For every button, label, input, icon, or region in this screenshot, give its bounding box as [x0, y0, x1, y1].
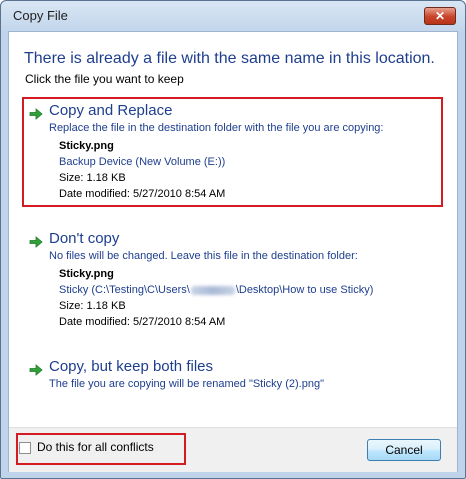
title-bar[interactable]: Copy File ✕	[1, 1, 465, 31]
destination-file-date: Date modified: 5/27/2010 8:54 AM	[59, 316, 226, 328]
cancel-button[interactable]: Cancel	[367, 439, 441, 461]
copy-and-replace-highlight	[22, 97, 443, 207]
dialog-heading: There is already a file with the same na…	[24, 50, 435, 67]
dialog-content: There is already a file with the same na…	[8, 31, 458, 472]
dont-copy-option[interactable]: Don't copy No files will be changed. Lea…	[29, 230, 449, 332]
redacted-username	[190, 285, 235, 295]
destination-file-location: Sticky (C:\Testing\C\Users\ \Desktop\How …	[59, 284, 373, 296]
dont-copy-description: No files will be changed. Leave this fil…	[49, 250, 358, 262]
destination-file-size: Size: 1.18 KB	[59, 300, 126, 312]
keep-both-files-option[interactable]: Copy, but keep both files The file you a…	[29, 358, 449, 396]
keep-both-description: The file you are copying will be renamed…	[49, 378, 324, 390]
dont-copy-title: Don't copy	[49, 230, 120, 247]
destination-file-name: Sticky.png	[59, 268, 114, 280]
location-prefix: Sticky (C:\Testing\C\Users\	[59, 284, 190, 296]
green-arrow-icon	[29, 236, 43, 248]
green-arrow-icon	[29, 364, 43, 376]
keep-both-title: Copy, but keep both files	[49, 358, 213, 375]
close-icon: ✕	[434, 9, 446, 23]
copy-file-dialog: Copy File ✕ There is already a file with…	[0, 0, 466, 479]
window-title: Copy File	[13, 8, 68, 23]
close-button[interactable]: ✕	[424, 7, 456, 25]
conflicts-checkbox-highlight	[16, 433, 186, 465]
location-suffix: \Desktop\How to use Sticky)	[235, 284, 374, 296]
dialog-subheading: Click the file you want to keep	[25, 72, 184, 86]
